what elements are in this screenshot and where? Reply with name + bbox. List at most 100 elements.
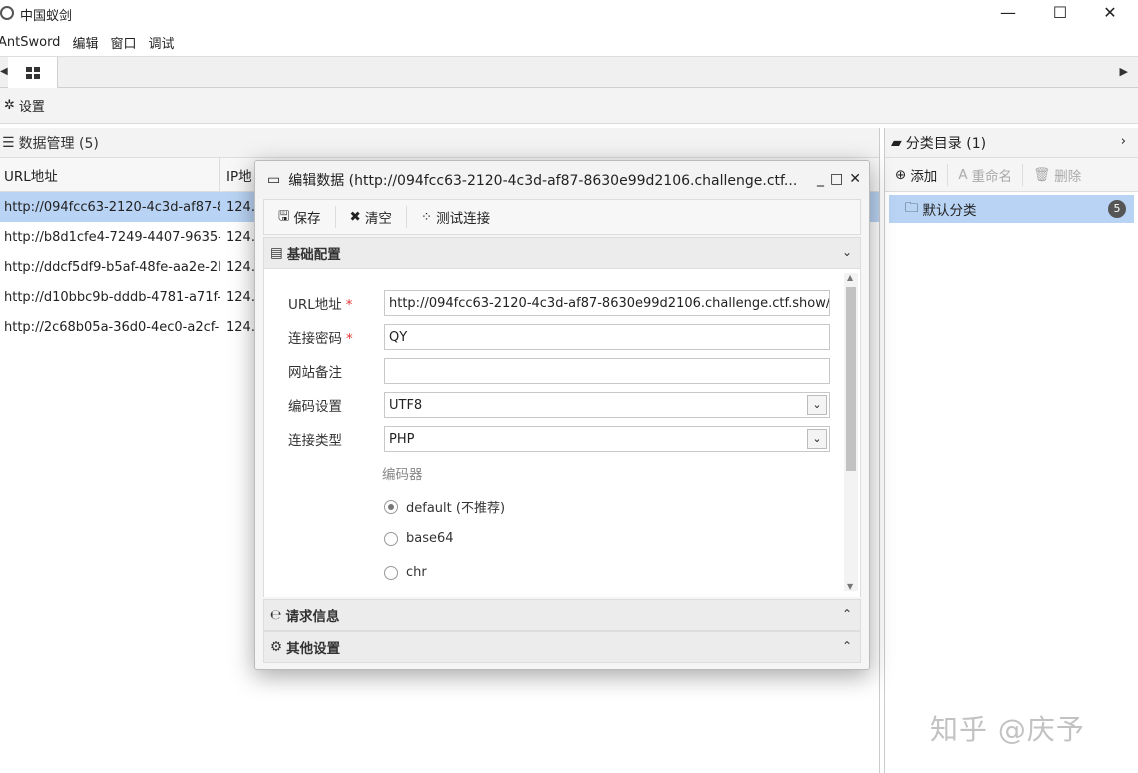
rename-category-button[interactable]: A 重命名	[948, 158, 1022, 191]
note-field[interactable]	[384, 358, 830, 384]
scroll-down-icon[interactable]: ▼	[847, 582, 853, 591]
section-other-settings[interactable]: ⚙ 其他设置 ⌃	[263, 631, 861, 663]
url-field[interactable]: http://094fcc63-2120-4c3d-af87-8630e99d2…	[384, 290, 830, 316]
chevron-up-icon: ⌃	[841, 639, 852, 653]
delete-category-button[interactable]: 🗑 删除	[1023, 158, 1091, 191]
menu-edit[interactable]: 编辑	[72, 33, 98, 52]
test-label: 测试连接	[436, 211, 491, 227]
maximize-button[interactable]: ☐	[1038, 2, 1082, 24]
rename-label: 重命名	[971, 168, 1013, 185]
trash-icon: 🗑	[1033, 166, 1051, 183]
section-request-info[interactable]: ℮ 请求信息 ⌃	[263, 599, 861, 631]
delete-label: 删除	[1054, 168, 1082, 185]
cell-url: http://d10bbc9b-dddb-4781-a71f-	[4, 289, 220, 305]
close-button[interactable]: ✕	[1088, 2, 1132, 24]
radio-icon[interactable]	[384, 531, 398, 546]
tab-scroll-left-icon[interactable]: ◀	[0, 66, 8, 77]
type-row: 连接类型	[288, 425, 382, 453]
radio-icon[interactable]	[384, 565, 398, 580]
test-connection-button[interactable]: ⁘ 测试连接	[407, 200, 504, 234]
encoding-row: 编码设置	[288, 391, 382, 419]
encoder-option-chr[interactable]: chr	[384, 565, 427, 580]
column-header-url[interactable]: URL地址	[0, 158, 220, 191]
encoder-base64-label: base64	[406, 531, 454, 546]
plus-circle-icon: ⊕	[895, 166, 907, 183]
scroll-up-icon[interactable]: ▲	[847, 273, 853, 282]
cell-url: http://b8d1cfe4-7249-4407-9635-	[4, 229, 220, 245]
document-icon: ▤	[270, 245, 283, 261]
category-toolbar: ⊕ 添加 A 重命名 🗑 删除	[885, 158, 1138, 192]
menu-antsword[interactable]: AntSword	[0, 35, 60, 50]
chevron-down-icon: ⌄	[807, 429, 827, 449]
tab-scroll-right-icon[interactable]: ▶	[1120, 65, 1128, 78]
section-basic-label: 基础配置	[286, 247, 341, 263]
font-icon: A	[958, 166, 968, 183]
chevron-down-icon: ⌄	[841, 245, 852, 259]
encoding-select[interactable]: UTF8 ⌄	[384, 392, 830, 418]
category-label: 默认分类	[922, 203, 977, 219]
encoding-value: UTF8	[389, 397, 423, 413]
settings-button[interactable]: ✲ 设置	[4, 96, 45, 115]
count-badge: 5	[1108, 200, 1126, 218]
add-label: 添加	[910, 168, 938, 185]
dialog-title: 编辑数据 (http://094fcc63-2120-4c3d-af87-863…	[288, 173, 799, 189]
spinner-icon: ⁘	[420, 209, 433, 225]
save-icon: 🖫	[278, 207, 290, 224]
password-label: 连接密码 *	[288, 331, 353, 347]
dialog-minimize-button[interactable]: _	[817, 171, 824, 187]
clear-button[interactable]: ✖ 清空	[336, 200, 406, 234]
dialog-close-button[interactable]: ✕	[849, 171, 861, 187]
section-basic-config[interactable]: ▤ 基础配置 ⌄	[263, 237, 861, 269]
radio-selected-icon[interactable]	[384, 499, 398, 514]
category-item-default[interactable]: 🗀 默认分类 5	[889, 195, 1134, 223]
save-label: 保存	[293, 211, 321, 227]
collapse-panel-icon[interactable]: ›	[1121, 134, 1126, 149]
window-icon: ▭	[267, 172, 281, 188]
section-request-label: 请求信息	[285, 609, 340, 625]
window-title: 中国蚁剑	[20, 9, 73, 24]
encoder-title: 编码器	[382, 467, 423, 483]
note-label: 网站备注	[288, 365, 342, 381]
encoder-option-default[interactable]: default (不推荐)	[384, 497, 505, 516]
save-button[interactable]: 🖫 保存	[264, 200, 335, 234]
password-field[interactable]: QY	[384, 324, 830, 350]
folder-icon: ▰	[891, 134, 902, 151]
menu-window[interactable]: 窗口	[110, 33, 136, 52]
tab-home[interactable]	[8, 57, 58, 88]
cell-url: http://ddcf5df9-b5af-48fe-aa2e-2l	[4, 259, 220, 275]
title-bar: 中国蚁剑 — ☐ ✕	[0, 0, 1138, 28]
edit-data-dialog: ▭ 编辑数据 (http://094fcc63-2120-4c3d-af87-8…	[254, 160, 870, 670]
antsword-logo-icon	[0, 6, 14, 20]
watermark: 知乎 @庆予	[930, 713, 1085, 746]
minimize-button[interactable]: —	[986, 2, 1030, 24]
tab-strip: ◀ ▶	[0, 56, 1138, 88]
cell-url: http://2c68b05a-36d0-4ec0-a2cf-1	[4, 319, 220, 335]
data-panel-header: ☰ 数据管理 (5)	[0, 128, 879, 158]
grid-icon	[25, 66, 40, 79]
category-panel-header: ▰ 分类目录 (1) ›	[885, 128, 1138, 158]
menu-debug[interactable]: 调试	[148, 33, 174, 52]
gears-icon: ⚙	[270, 639, 283, 655]
type-select[interactable]: PHP ⌄	[384, 426, 830, 452]
dialog-maximize-button[interactable]: □	[830, 171, 843, 187]
settings-bar: ✲ 设置	[0, 88, 1138, 124]
category-panel: ▰ 分类目录 (1) › ⊕ 添加 A 重命名 🗑 删除 🗀 默认分类 5	[884, 128, 1138, 773]
list-icon: ☰	[2, 134, 15, 151]
x-icon: ✖	[349, 209, 361, 225]
encoding-label: 编码设置	[288, 399, 342, 415]
data-panel-title: 数据管理 (5)	[18, 135, 99, 152]
ie-icon: ℮	[270, 607, 282, 623]
add-category-button[interactable]: ⊕ 添加	[885, 158, 947, 191]
dialog-title-bar[interactable]: ▭ 编辑数据 (http://094fcc63-2120-4c3d-af87-8…	[255, 161, 869, 199]
settings-label: 设置	[18, 100, 45, 115]
clear-label: 清空	[364, 211, 392, 227]
chevron-up-icon: ⌃	[841, 607, 852, 621]
encoder-option-base64[interactable]: base64	[384, 531, 454, 546]
menu-bar: AntSword 编辑 窗口 调试	[0, 30, 186, 54]
encoder-default-label: default (不推荐)	[406, 501, 506, 516]
url-label: URL地址 *	[288, 297, 353, 313]
password-row: 连接密码 *	[288, 323, 382, 351]
type-label: 连接类型	[288, 433, 342, 449]
form-scrollbar[interactable]: ▲ ▼	[844, 273, 858, 591]
scrollbar-thumb[interactable]	[846, 287, 856, 471]
